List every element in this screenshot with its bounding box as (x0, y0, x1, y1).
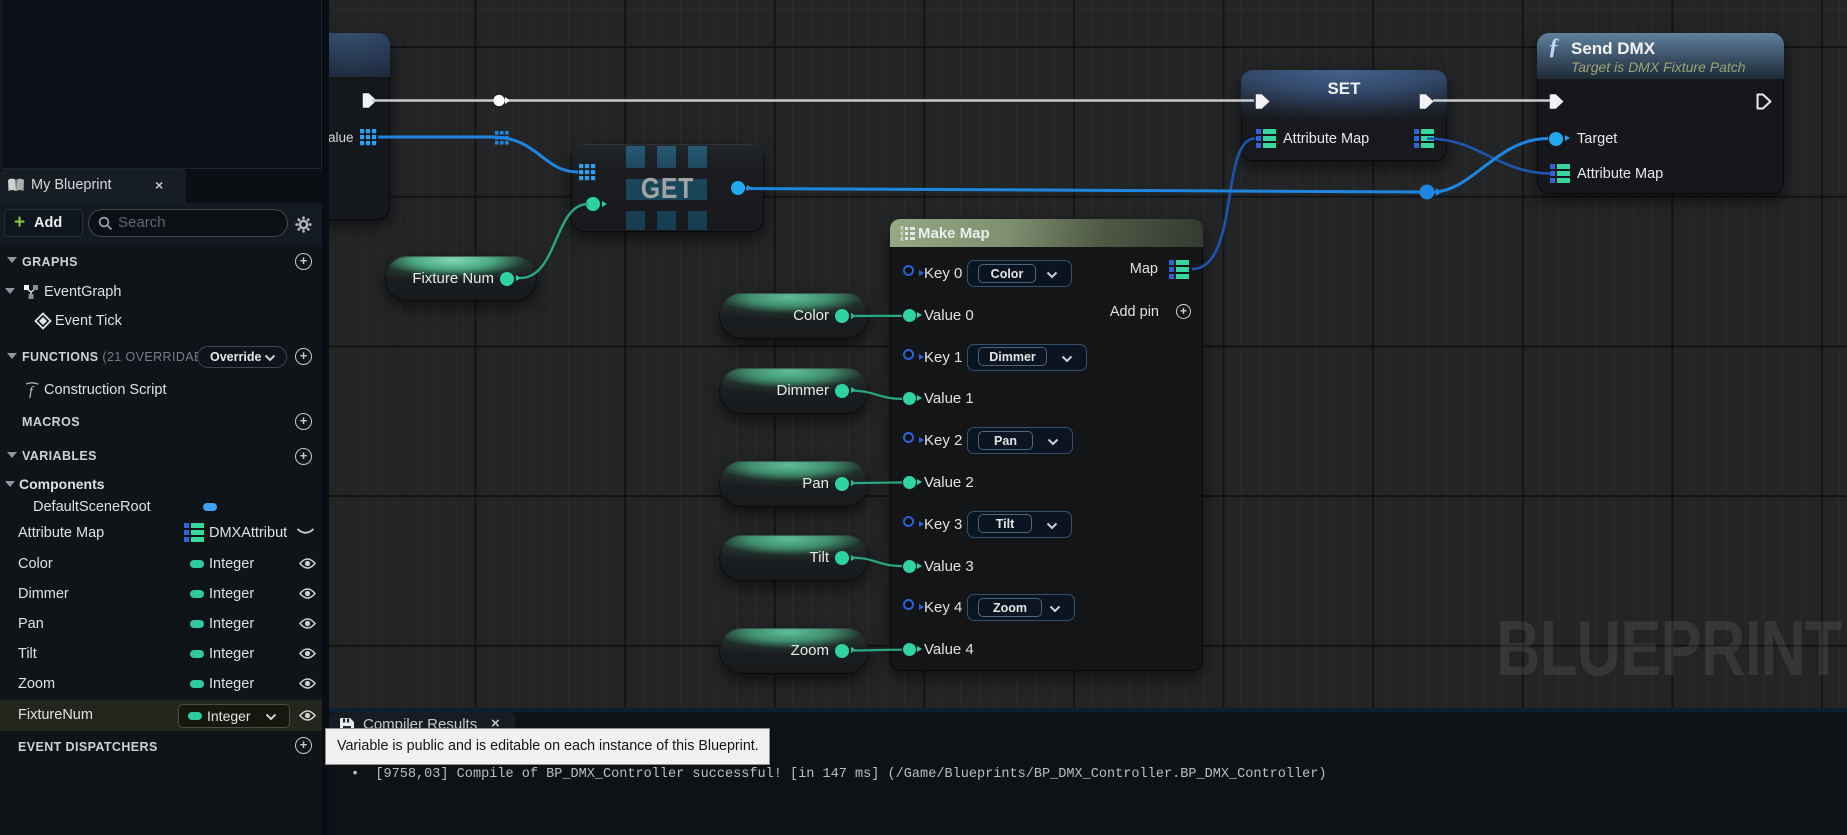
svg-text:f: f (29, 385, 35, 399)
